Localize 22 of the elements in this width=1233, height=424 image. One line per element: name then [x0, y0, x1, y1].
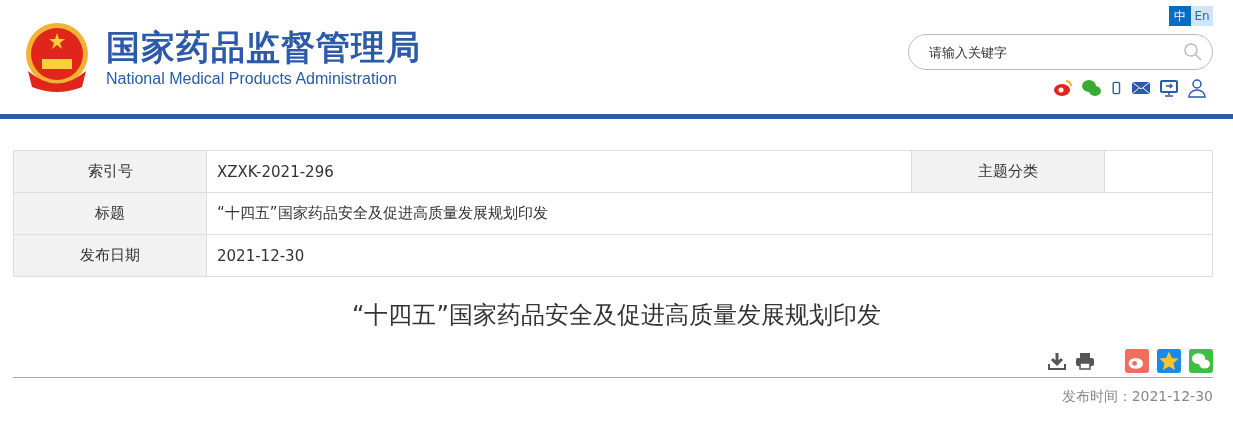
- search-field[interactable]: 请输入关键字: [908, 34, 1213, 70]
- field-value: XZXK-2021-296: [217, 162, 334, 181]
- weibo-share-icon[interactable]: [1125, 349, 1149, 373]
- publish-time: 发布时间：2021-12-30: [1061, 388, 1213, 404]
- wechat-icon[interactable]: [1081, 78, 1101, 98]
- site-title: 国家药品监督管理局: [106, 26, 421, 68]
- language-tab[interactable]: 中: [1169, 6, 1191, 26]
- field-label: 主题分类: [978, 162, 1039, 180]
- article-title: “十四五”国家药品安全及促进高质量发展规划印发: [352, 301, 881, 329]
- print-icon[interactable]: [1075, 351, 1095, 371]
- star-share-icon[interactable]: [1157, 349, 1181, 373]
- user-icon[interactable]: [1187, 78, 1207, 98]
- language-tab[interactable]: En: [1191, 6, 1213, 26]
- field-label: 索引号: [87, 162, 133, 180]
- field-label: 发布日期: [80, 246, 140, 264]
- field-label: 标题: [95, 204, 125, 222]
- field-value: “十四五”国家药品安全及促进高质量发展规划印发: [217, 204, 548, 222]
- download-icon[interactable]: [1047, 351, 1067, 371]
- monitor-icon[interactable]: [1159, 78, 1179, 98]
- weibo-icon[interactable]: [1053, 78, 1073, 98]
- site-subtitle: National Medical Products Administration: [106, 70, 398, 88]
- field-value: 2021-12-30: [217, 246, 305, 265]
